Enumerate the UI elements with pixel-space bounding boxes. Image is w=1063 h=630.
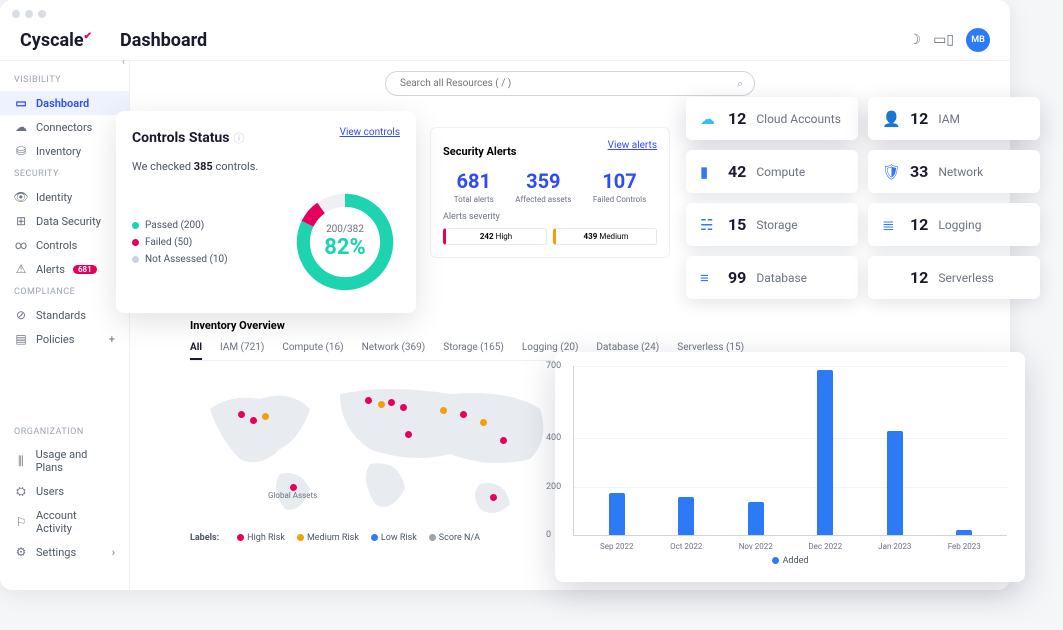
tile-storage[interactable]: ☵15Storage xyxy=(686,203,858,246)
tile-icon: 👤 xyxy=(882,110,900,128)
info-icon[interactable]: ⓘ xyxy=(233,132,244,145)
window-titlebar xyxy=(0,0,1010,20)
section-label: COMPLIANCE xyxy=(0,281,129,303)
chevron-right-icon: › xyxy=(112,546,115,559)
tile-icon: 🛡 xyxy=(882,163,900,181)
section-label: VISIBILITY xyxy=(0,69,129,91)
view-controls-link[interactable]: View controls xyxy=(340,127,400,138)
chart-legend: Added xyxy=(573,556,1007,566)
sidebar-item-usage-and-plans[interactable]: ⫼Usage and Plans xyxy=(0,443,129,479)
sidebar-item-account-activity[interactable]: ⚐Account Activity xyxy=(0,504,129,540)
stat-item: 359Affected assets xyxy=(515,169,571,204)
nav-icon: ⛭ xyxy=(14,484,28,499)
bar: Jan 2023 xyxy=(870,431,920,535)
nav-icon: ∞ xyxy=(14,238,28,252)
nav-icon: ⊘ xyxy=(14,308,28,322)
legend-item: Failed (50) xyxy=(132,237,276,248)
tab-iam[interactable]: IAM (721) xyxy=(220,342,264,354)
sidebar-item-connectors[interactable]: ☁Connectors xyxy=(0,115,129,139)
tile-serverless[interactable]: 12Serverless xyxy=(868,256,1040,299)
nav-icon: ⚙ xyxy=(14,545,28,559)
tab-network[interactable]: Network (369) xyxy=(362,342,426,354)
tile-icon: ≡ xyxy=(700,269,718,287)
nav-icon: ▤ xyxy=(14,332,28,346)
tab-storage[interactable]: Storage (165) xyxy=(443,342,504,354)
tab-compute[interactable]: Compute (16) xyxy=(282,342,343,354)
severity-box[interactable]: 242High xyxy=(443,228,547,245)
bar-chart: 0200400700Sep 2022Oct 2022Nov 2022Dec 20… xyxy=(573,366,1007,536)
legend-item: Low Risk xyxy=(371,533,417,543)
nav-icon: ☁ xyxy=(14,120,28,134)
sidebar-item-policies[interactable]: ▤Policies+ xyxy=(0,327,129,351)
bar: Oct 2022 xyxy=(661,497,711,535)
sidebar-item-data-security[interactable]: ⊞Data Security xyxy=(0,209,129,233)
app-logo: Cyscale✔ xyxy=(20,30,120,51)
book-icon[interactable]: ▭▯ xyxy=(933,32,954,48)
sidebar-item-alerts[interactable]: ⚠Alerts681 xyxy=(0,257,129,281)
legend-item: Not Assessed (10) xyxy=(132,254,276,265)
legend-item: Medium Risk xyxy=(297,533,359,543)
legend-item: High Risk xyxy=(237,533,285,543)
alert-badge: 681 xyxy=(73,265,97,274)
nav-icon: ⚐ xyxy=(14,515,28,529)
plus-icon[interactable]: + xyxy=(109,333,115,346)
tile-icon: ≣ xyxy=(882,216,900,234)
bar: Feb 2023 xyxy=(939,530,989,535)
tile-compute[interactable]: ▮42Compute xyxy=(686,150,858,193)
bar: Nov 2022 xyxy=(731,502,781,535)
tab-all[interactable]: All xyxy=(190,342,202,360)
bar: Dec 2022 xyxy=(800,370,850,535)
legend-item: Passed (200) xyxy=(132,220,276,231)
tile-network[interactable]: 🛡33Network xyxy=(868,150,1040,193)
sidebar-item-dashboard[interactable]: ▭Dashboard xyxy=(0,91,129,115)
sidebar-item-standards[interactable]: ⊘Standards xyxy=(0,303,129,327)
nav-icon: ⛁ xyxy=(14,144,28,158)
collapse-icon[interactable]: ‹ xyxy=(122,57,125,68)
sidebar-item-identity[interactable]: 👁Identity xyxy=(0,185,129,209)
avatar[interactable]: MB xyxy=(966,28,990,52)
bar: Sep 2022 xyxy=(592,493,642,536)
section-label: ORGANIZATION xyxy=(0,421,129,443)
nav-icon: 👁 xyxy=(14,190,28,204)
nav-icon: ⊞ xyxy=(14,214,28,228)
sidebar-item-inventory[interactable]: ⛁Inventory xyxy=(0,139,129,163)
alerts-title: Security Alerts xyxy=(443,145,516,158)
controls-checked-text: We checked 385 controls. xyxy=(132,160,400,173)
severity-box[interactable]: 439Medium xyxy=(553,228,657,245)
search-input[interactable] xyxy=(385,71,755,96)
stat-item: 107Failed Controls xyxy=(593,169,646,204)
view-alerts-link[interactable]: View alerts xyxy=(608,140,657,151)
stat-item: 681Total alerts xyxy=(454,169,494,204)
search-icon[interactable]: ⌕ xyxy=(737,77,743,91)
inventory-title: Inventory Overview xyxy=(190,319,990,332)
tile-icon: ▮ xyxy=(700,163,718,181)
controls-status-card: Controls Status ⓘ View controls We checke… xyxy=(116,111,416,313)
sidebar: ‹ VISIBILITY▭Dashboard☁Connectors⛁Invent… xyxy=(0,61,130,591)
security-alerts-card: Security Alerts View alerts 681Total ale… xyxy=(430,127,670,258)
tile-database[interactable]: ≡99Database xyxy=(686,256,858,299)
legend-item: Score N/A xyxy=(429,533,480,543)
nav-icon: ⚠ xyxy=(14,262,28,276)
moon-icon[interactable]: ☽ xyxy=(909,32,922,48)
page-title: Dashboard xyxy=(120,30,207,51)
controls-title: Controls Status xyxy=(132,130,229,146)
bar-chart-card: 0200400700Sep 2022Oct 2022Nov 2022Dec 20… xyxy=(555,352,1025,582)
sidebar-item-users[interactable]: ⛭Users xyxy=(0,479,129,504)
sidebar-item-controls[interactable]: ∞Controls xyxy=(0,233,129,257)
world-map[interactable]: Global Assets xyxy=(190,369,570,529)
controls-donut-chart: 200/38282% xyxy=(290,187,400,297)
severity-label: Alerts severity xyxy=(443,212,657,222)
map-caption: Global Assets xyxy=(268,491,317,500)
tile-icon: ☵ xyxy=(700,216,718,234)
nav-icon: ▭ xyxy=(14,96,28,110)
tile-logging[interactable]: ≣12Logging xyxy=(868,203,1040,246)
search-bar: ⌕ xyxy=(385,71,755,96)
section-label: SECURITY xyxy=(0,163,129,185)
tile-iam[interactable]: 👤12IAM xyxy=(868,97,1040,140)
nav-icon: ⫼ xyxy=(14,454,28,469)
tile-icon: ☁ xyxy=(700,110,718,128)
tile-cloud-accounts[interactable]: ☁12Cloud Accounts xyxy=(686,97,858,140)
sidebar-item-settings[interactable]: ⚙Settings› xyxy=(0,540,129,564)
